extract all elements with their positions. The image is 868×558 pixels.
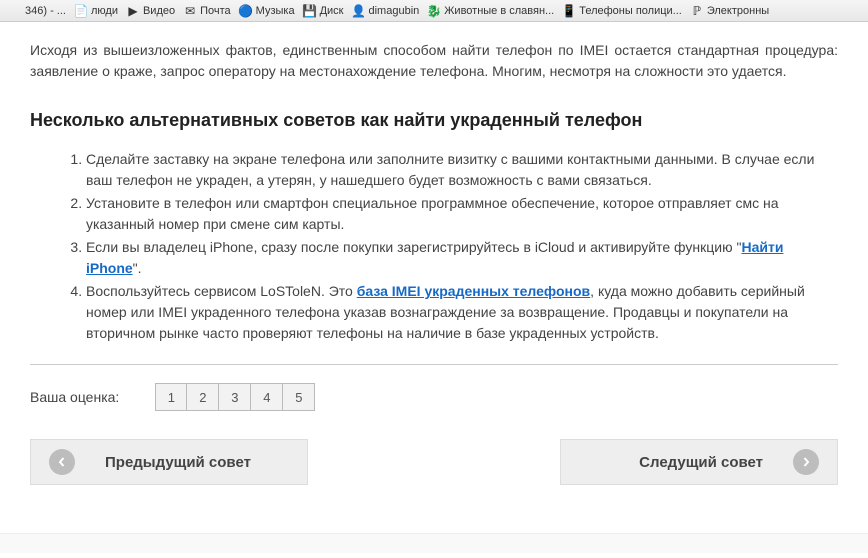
bookmark-icon: 💾 xyxy=(303,4,317,18)
next-label: Следущий совет xyxy=(639,454,763,471)
rating-section: Ваша оценка: 12345 xyxy=(30,383,838,411)
article-content: Исходя из вышеизложенных фактов, единств… xyxy=(0,22,868,505)
bookmark-item[interactable]: 🐉Животные в славян... xyxy=(423,4,558,18)
bookmark-item[interactable]: 🔵Музыка xyxy=(235,4,299,18)
divider xyxy=(30,364,838,365)
bookmark-label: Видео xyxy=(143,5,175,17)
bookmark-item[interactable]: 💾Диск xyxy=(299,4,348,18)
rating-option-1[interactable]: 1 xyxy=(155,383,187,411)
bookmark-label: люди xyxy=(91,5,118,17)
prev-label: Предыдущий совет xyxy=(105,454,251,471)
intro-paragraph: Исходя из вышеизложенных фактов, единств… xyxy=(30,40,838,82)
rating-label: Ваша оценка: xyxy=(30,389,119,405)
bookmark-label: dimagubin xyxy=(369,5,420,17)
bookmark-icon: ℙ xyxy=(690,4,704,18)
section-heading: Несколько альтернативных советов как най… xyxy=(30,110,838,131)
next-button[interactable]: Следущий совет xyxy=(560,439,838,485)
tip-item-2: Установите в телефон или смартфон специа… xyxy=(86,193,838,235)
bookmark-item[interactable]: 📱Телефоны полици... xyxy=(558,4,686,18)
bottom-spacer xyxy=(0,533,868,553)
tip-item-4: Воспользуйтесь сервисом LoSToleN. Это ба… xyxy=(86,281,838,344)
bookmark-label: Животные в славян... xyxy=(444,5,554,17)
rating-option-3[interactable]: 3 xyxy=(219,383,251,411)
rating-option-5[interactable]: 5 xyxy=(283,383,315,411)
bookmarks-bar: 346) - ...📄люди▶Видео✉Почта🔵Музыка💾Диск👤… xyxy=(0,0,868,22)
bookmark-item[interactable]: 👤dimagubin xyxy=(348,4,424,18)
bookmark-label: 346) - ... xyxy=(25,5,66,17)
bookmark-item[interactable]: ✉Почта xyxy=(179,4,235,18)
bookmark-item[interactable]: 346) - ... xyxy=(4,4,70,18)
imei-database-link[interactable]: база IMEI украденных телефонов xyxy=(357,283,590,299)
prev-button[interactable]: Предыдущий совет xyxy=(30,439,308,485)
bookmark-icon: ✉ xyxy=(183,4,197,18)
tip-item-3: Если вы владелец iPhone, сразу после пок… xyxy=(86,237,838,279)
tip3-text-b: ". xyxy=(133,260,142,276)
arrow-right-icon xyxy=(793,449,819,475)
bookmark-icon: 📄 xyxy=(74,4,88,18)
rating-option-2[interactable]: 2 xyxy=(187,383,219,411)
bookmark-label: Диск xyxy=(320,5,344,17)
bookmark-label: Почта xyxy=(200,5,231,17)
navigation-row: Предыдущий совет Следущий совет xyxy=(30,439,838,485)
bookmark-icon: 🐉 xyxy=(427,4,441,18)
bookmark-icon: 👤 xyxy=(352,4,366,18)
arrow-left-icon xyxy=(49,449,75,475)
bookmark-icon xyxy=(8,4,22,18)
bookmark-item[interactable]: ℙЭлектронны xyxy=(686,4,773,18)
rating-buttons: 12345 xyxy=(155,383,315,411)
bookmark-item[interactable]: ▶Видео xyxy=(122,4,179,18)
bookmark-icon: 📱 xyxy=(562,4,576,18)
bookmark-label: Музыка xyxy=(256,5,295,17)
tip3-text-a: Если вы владелец iPhone, сразу после пок… xyxy=(86,239,741,255)
tips-list: Сделайте заставку на экране телефона или… xyxy=(30,149,838,344)
tip4-text-a: Воспользуйтесь сервисом LoSToleN. Это xyxy=(86,283,357,299)
rating-option-4[interactable]: 4 xyxy=(251,383,283,411)
bookmark-item[interactable]: 📄люди xyxy=(70,4,122,18)
bookmark-icon: 🔵 xyxy=(239,4,253,18)
bookmark-label: Электронны xyxy=(707,5,769,17)
tip-item-1: Сделайте заставку на экране телефона или… xyxy=(86,149,838,191)
bookmark-icon: ▶ xyxy=(126,4,140,18)
bookmark-label: Телефоны полици... xyxy=(579,5,682,17)
